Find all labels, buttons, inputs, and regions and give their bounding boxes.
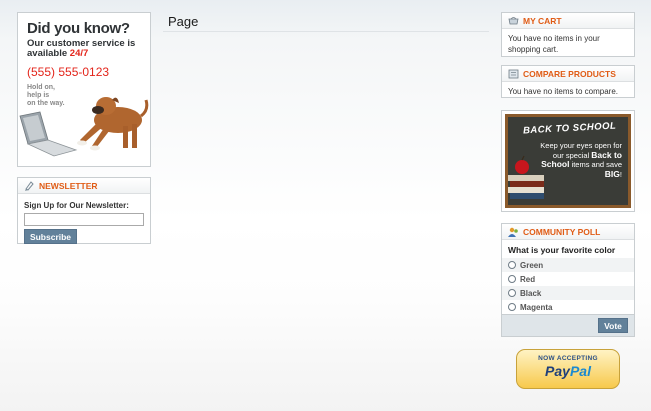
apple-books-illustration [508, 155, 544, 199]
paypal-badge[interactable]: NOW ACCEPTING PayPal [516, 349, 620, 389]
radio-icon[interactable] [508, 289, 516, 297]
callout-heading: Did you know? [27, 20, 130, 37]
cart-header: My Cart [502, 13, 634, 29]
newsletter-icon [24, 180, 35, 191]
poll-option-magenta[interactable]: Magenta [502, 300, 634, 314]
poll-footer: Vote [502, 314, 634, 336]
compare-title: Compare Products [523, 68, 616, 79]
poll-option-label: Red [520, 274, 536, 284]
cart-message: You have no items in your shopping cart. [508, 34, 600, 54]
compare-header: Compare Products [502, 66, 634, 82]
radio-icon[interactable] [508, 303, 516, 311]
newsletter-block: Newsletter Sign Up for Our Newsletter: S… [17, 177, 151, 244]
radio-icon[interactable] [508, 261, 516, 269]
newsletter-header: Newsletter [18, 178, 150, 194]
cart-icon [508, 16, 519, 26]
paypal-accepting-text: NOW ACCEPTING [538, 355, 598, 362]
compare-message: You have no items to compare. [508, 87, 618, 96]
paypal-logo-pal: Pal [569, 363, 591, 379]
poll-title: Community Poll [523, 226, 601, 237]
compare-icon [508, 69, 519, 79]
page-title: Page [168, 14, 199, 29]
newsletter-label: Sign Up for Our Newsletter: [24, 201, 129, 210]
promo-text-part3: ! [619, 169, 622, 179]
vote-button[interactable]: Vote [598, 318, 628, 333]
poll-question: What is your favorite color [508, 245, 616, 255]
paypal-logo-pay: Pay [545, 363, 570, 379]
promo-text-bold2: BIG [604, 168, 620, 179]
back-to-school-banner[interactable]: BACK TO SCHOOL Keep your eyes open for o… [501, 110, 635, 212]
poll-option-black[interactable]: Black [502, 286, 634, 300]
newsletter-body: Sign Up for Our Newsletter: Subscribe [18, 194, 150, 248]
compare-products-block: Compare Products You have no items to co… [501, 65, 635, 98]
dog-laptop-illustration [19, 97, 149, 157]
callout-line2-prefix: available [27, 48, 70, 59]
poll-icon [508, 227, 519, 237]
poll-option-label: Green [520, 260, 544, 270]
callout-text: Our customer service is available 24/7 [27, 39, 150, 59]
poll-header: Community Poll [502, 224, 634, 240]
chalkboard: BACK TO SCHOOL Keep your eyes open for o… [505, 114, 631, 208]
poll-option-green[interactable]: Green [502, 258, 634, 272]
poll-option-red[interactable]: Red [502, 272, 634, 286]
newsletter-email-input[interactable] [24, 213, 144, 226]
promo-text: Keep your eyes open for our special Back… [538, 141, 622, 179]
radio-icon[interactable] [508, 275, 516, 283]
did-you-know-callout[interactable]: Did you know? Our customer service is av… [17, 12, 151, 167]
community-poll-block: Community Poll What is your favorite col… [501, 223, 635, 337]
callout-phone: (555) 555-0123 [27, 65, 110, 79]
paypal-logo: PayPal [517, 363, 619, 379]
poll-option-label: Black [520, 288, 542, 298]
callout-line2-highlight: 24/7 [69, 48, 89, 59]
promo-heading: BACK TO SCHOOL [522, 120, 617, 137]
poll-options: Green Red Black Magenta [502, 258, 634, 314]
my-cart-block: My Cart You have no items in your shoppi… [501, 12, 635, 57]
newsletter-title: Newsletter [39, 180, 98, 191]
callout-line2: available 24/7 [27, 49, 150, 59]
cart-title: My Cart [523, 15, 562, 26]
title-divider [163, 31, 489, 32]
subscribe-button[interactable]: Subscribe [24, 229, 77, 244]
poll-option-label: Magenta [520, 302, 553, 312]
